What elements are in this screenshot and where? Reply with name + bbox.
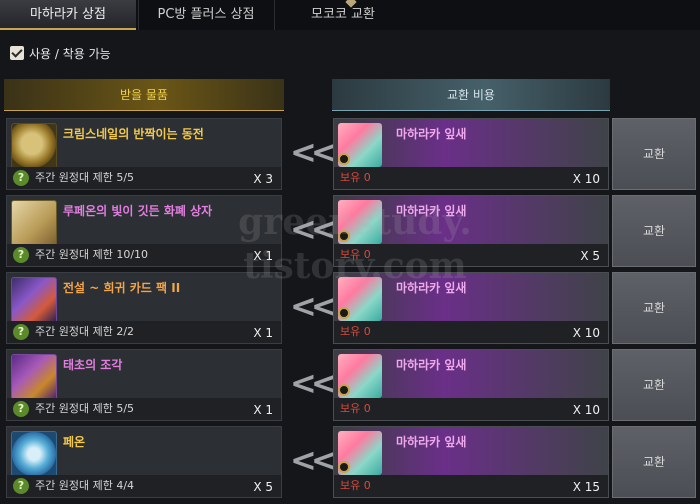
exchange-row: 루페온의 빛이 깃든 화폐 상자 ? 주간 원정대 제한 10/10 X 1 <… bbox=[0, 195, 700, 267]
card-pack-icon bbox=[11, 277, 57, 323]
reward-quantity: X 1 bbox=[253, 326, 273, 340]
peon-icon bbox=[11, 431, 57, 477]
weekly-limit: 주간 원정대 제한 10/10 bbox=[35, 248, 149, 261]
tab-pc-plus-shop[interactable]: PC방 플러스 상점 bbox=[138, 0, 273, 30]
reward-item-name: 크림스네일의 반짝이는 동전 bbox=[63, 127, 204, 141]
fragment-icon bbox=[11, 354, 57, 400]
cost-quantity: X 10 bbox=[572, 326, 600, 340]
tab-mokoko-exchange[interactable]: 모코코 교환 bbox=[274, 0, 411, 30]
exchange-button[interactable]: 교환 bbox=[612, 426, 696, 498]
clock-icon bbox=[338, 230, 350, 242]
clock-icon bbox=[338, 153, 350, 165]
cost-header: 교환 비용 bbox=[332, 79, 610, 111]
weekly-limit: 주간 원정대 제한 2/2 bbox=[35, 325, 135, 338]
usable-filter-label: 사용 / 착용 가능 bbox=[29, 46, 111, 61]
reward-quantity: X 1 bbox=[253, 403, 273, 417]
reward-item-panel: 루페온의 빛이 깃든 화폐 상자 ? 주간 원정대 제한 10/10 X 1 bbox=[6, 195, 282, 267]
usable-filter[interactable]: 사용 / 착용 가능 bbox=[10, 44, 111, 62]
reward-quantity: X 1 bbox=[253, 249, 273, 263]
cost-item-panel: 마하라카 잎새 보유 0 X 10 bbox=[333, 349, 609, 421]
double-chevron-left-icon: << bbox=[290, 441, 338, 479]
clock-icon bbox=[338, 307, 350, 319]
tab-bar: 마하라카 상점 PC방 플러스 상점 모코코 교환 bbox=[0, 0, 700, 30]
owned-count: 보유 0 bbox=[340, 402, 371, 415]
coin-icon bbox=[11, 123, 57, 169]
exchange-button[interactable]: 교환 bbox=[612, 272, 696, 344]
reward-quantity: X 3 bbox=[253, 172, 273, 186]
reward-item-name: 태초의 조각 bbox=[63, 358, 123, 372]
cost-info-bar bbox=[334, 475, 608, 497]
double-chevron-left-icon: << bbox=[290, 133, 338, 171]
reward-item-panel: 태초의 조각 ? 주간 원정대 제한 5/5 X 1 bbox=[6, 349, 282, 421]
cost-info-bar bbox=[334, 321, 608, 343]
owned-count: 보유 0 bbox=[340, 325, 371, 338]
reward-item-name: 페온 bbox=[63, 435, 86, 449]
weekly-limit: 주간 원정대 제한 4/4 bbox=[35, 479, 135, 492]
cost-quantity: X 10 bbox=[572, 172, 600, 186]
cost-item-panel: 마하라카 잎새 보유 0 X 15 bbox=[333, 426, 609, 498]
reward-item-panel: 페온 ? 주간 원정대 제한 4/4 X 5 bbox=[6, 426, 282, 498]
cost-item-panel: 마하라카 잎새 보유 0 X 10 bbox=[333, 118, 609, 190]
exchange-button[interactable]: 교환 bbox=[612, 195, 696, 267]
exchange-button[interactable]: 교환 bbox=[612, 349, 696, 421]
cost-quantity: X 15 bbox=[572, 480, 600, 494]
clock-icon bbox=[338, 461, 350, 473]
exchange-row: 크림스네일의 반짝이는 동전 ? 주간 원정대 제한 5/5 X 3 << 마하… bbox=[0, 118, 700, 190]
cost-quantity: X 10 bbox=[572, 403, 600, 417]
exchange-button[interactable]: 교환 bbox=[612, 118, 696, 190]
cost-item-name: 마하라카 잎새 bbox=[396, 204, 467, 218]
cost-item-panel: 마하라카 잎새 보유 0 X 10 bbox=[333, 272, 609, 344]
cost-item-name: 마하라카 잎새 bbox=[396, 358, 467, 372]
exchange-row: 태초의 조각 ? 주간 원정대 제한 5/5 X 1 << 마하라카 잎새 보유… bbox=[0, 349, 700, 421]
usable-checkbox[interactable] bbox=[10, 46, 24, 60]
double-chevron-left-icon: << bbox=[290, 364, 338, 402]
owned-count: 보유 0 bbox=[340, 248, 371, 261]
exchange-row: 페온 ? 주간 원정대 제한 4/4 X 5 << 마하라카 잎새 보유 0 X… bbox=[0, 426, 700, 498]
question-icon[interactable]: ? bbox=[13, 401, 29, 417]
reward-item-name: 전설 ~ 희귀 카드 팩 II bbox=[63, 281, 181, 295]
reward-item-name: 루페온의 빛이 깃든 화폐 상자 bbox=[63, 204, 213, 218]
question-icon[interactable]: ? bbox=[13, 170, 29, 186]
weekly-limit: 주간 원정대 제한 5/5 bbox=[35, 402, 135, 415]
question-icon[interactable]: ? bbox=[13, 247, 29, 263]
cost-item-name: 마하라카 잎새 bbox=[396, 435, 467, 449]
weekly-limit: 주간 원정대 제한 5/5 bbox=[35, 171, 135, 184]
tab-maharaka-shop[interactable]: 마하라카 상점 bbox=[0, 0, 136, 30]
clock-icon bbox=[338, 384, 350, 396]
cost-item-name: 마하라카 잎새 bbox=[396, 127, 467, 141]
cost-info-bar bbox=[334, 167, 608, 189]
cost-item-name: 마하라카 잎새 bbox=[396, 281, 467, 295]
reward-item-panel: 전설 ~ 희귀 카드 팩 II ? 주간 원정대 제한 2/2 X 1 bbox=[6, 272, 282, 344]
question-icon[interactable]: ? bbox=[13, 478, 29, 494]
owned-count: 보유 0 bbox=[340, 479, 371, 492]
cost-info-bar bbox=[334, 398, 608, 420]
chest-icon bbox=[11, 200, 57, 246]
double-chevron-left-icon: << bbox=[290, 210, 338, 248]
owned-count: 보유 0 bbox=[340, 171, 371, 184]
cost-quantity: X 5 bbox=[580, 249, 600, 263]
cost-info-bar bbox=[334, 244, 608, 266]
reward-quantity: X 5 bbox=[253, 480, 273, 494]
question-icon[interactable]: ? bbox=[13, 324, 29, 340]
receive-header: 받을 물품 bbox=[4, 79, 284, 111]
exchange-row: 전설 ~ 희귀 카드 팩 II ? 주간 원정대 제한 2/2 X 1 << 마… bbox=[0, 272, 700, 344]
double-chevron-left-icon: << bbox=[290, 287, 338, 325]
reward-item-panel: 크림스네일의 반짝이는 동전 ? 주간 원정대 제한 5/5 X 3 bbox=[6, 118, 282, 190]
cost-item-panel: 마하라카 잎새 보유 0 X 5 bbox=[333, 195, 609, 267]
